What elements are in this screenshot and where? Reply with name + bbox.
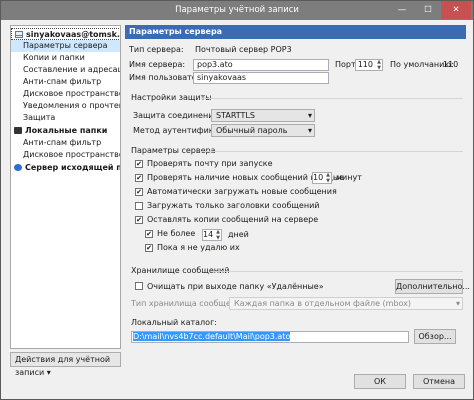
folder-icon	[14, 127, 22, 134]
empty-trash-label: Очищать при выходе папку «Удалённые»	[147, 282, 324, 291]
sidebar-item-label: Дисковое пространство	[23, 150, 121, 159]
cancel-button[interactable]: Отмена	[413, 374, 465, 389]
sidebar-item-junk[interactable]: Анти-спам фильтр	[11, 76, 120, 88]
server-type-value: Почтовый сервер POP3	[195, 45, 292, 54]
sidebar-item-outgoing-server[interactable]: Сервер исходящей почт...	[11, 162, 120, 174]
default-port-value: 110	[443, 60, 459, 69]
sidebar-item-label: Дисковое пространство	[23, 89, 121, 98]
auto-download-label: Автоматически загружать новые сообщения	[147, 187, 337, 196]
browse-button[interactable]: Обзор...	[414, 329, 456, 344]
headers-only-checkbox[interactable]	[135, 202, 143, 210]
check-every-checkbox[interactable]: ✔	[135, 174, 143, 182]
sidebar-item-label: Защита	[23, 113, 56, 122]
title-bar[interactable]: Параметры учётной записи — ☐ ✕	[1, 1, 473, 20]
chevron-down-icon: ▾	[455, 299, 460, 308]
check-interval-value: 10	[313, 173, 324, 182]
empty-trash-checkbox[interactable]	[135, 282, 143, 290]
group-divider	[201, 98, 463, 99]
minutes-label: минут	[336, 173, 362, 182]
chevron-down-icon: ▾	[307, 111, 312, 120]
sidebar-item-label: sinyakovaas@tomsk.gov.ru	[26, 30, 120, 39]
ok-button[interactable]: ОК	[354, 374, 406, 389]
account-actions-button[interactable]: Действия для учётной записи ▾	[10, 352, 121, 377]
advanced-button[interactable]: Дополнительно...	[395, 279, 470, 294]
chevron-down-icon: ▾	[307, 126, 312, 135]
storage-type-select[interactable]: Каждая папка в отдельном файле (mbox) ▾	[229, 297, 463, 310]
stepper-arrows-icon[interactable]: ▲ ▼	[326, 172, 330, 184]
headers-only-label: Загружать только заголовки сообщений	[147, 201, 320, 210]
sidebar-item-server-settings[interactable]: Параметры сервера	[11, 40, 120, 52]
username-input[interactable]: sinyakovaas	[193, 72, 329, 84]
security-group-label: Настройки защиты	[131, 93, 212, 102]
storage-type-value: Каждая папка в отдельном файле (mbox)	[234, 299, 412, 308]
until-deleted-checkbox[interactable]: ✔	[145, 244, 153, 252]
connection-security-select[interactable]: STARTTLS ▾	[211, 109, 315, 122]
sidebar-item-local-junk[interactable]: Анти-спам фильтр	[11, 137, 120, 149]
local-directory-input[interactable]: D:\mail\nvs4b7cc.default\Mail\pop3.ato	[131, 331, 409, 343]
page-title: Параметры сервера	[125, 25, 466, 39]
connection-security-label: Защита соединения:	[133, 111, 221, 120]
close-button[interactable]: ✕	[441, 1, 471, 19]
sidebar-item-label: Сервер исходящей почт...	[25, 163, 120, 172]
account-actions-label: Действия для учётной записи	[15, 355, 111, 377]
sidebar-item-composition[interactable]: Составление и адресация	[11, 64, 120, 76]
no-more-than-label: Не более	[157, 229, 196, 238]
auth-method-value: Обычный пароль	[216, 126, 288, 135]
local-directory-label: Локальный каталог:	[131, 318, 217, 327]
leave-copies-label: Оставлять копии сообщений на сервере	[147, 215, 319, 224]
sidebar-item-label: Локальные папки	[25, 126, 108, 135]
sidebar-item-disk-space[interactable]: Дисковое пространство	[11, 88, 121, 100]
check-on-start-checkbox[interactable]: ✔	[135, 160, 143, 168]
stepper-arrows-icon[interactable]: ▲ ▼	[377, 59, 381, 71]
sidebar-item-account[interactable]: sinyakovaas@tomsk.gov.ru	[11, 28, 120, 40]
server-type-label: Тип сервера:	[129, 45, 184, 54]
port-value: 110	[357, 60, 373, 69]
group-divider	[212, 271, 463, 272]
stepper-arrows-icon[interactable]: ▲ ▼	[216, 229, 220, 241]
days-value: 14	[203, 230, 214, 239]
sidebar-item-label: Анти-спам фильтр	[23, 77, 102, 86]
envelope-icon	[15, 31, 23, 38]
sidebar-item-security[interactable]: Защита	[11, 112, 120, 124]
server-name-input[interactable]: pop3.ato	[193, 59, 329, 71]
server-name-label: Имя сервера:	[129, 60, 186, 69]
sidebar-item-label: Уведомления о прочтении	[23, 101, 120, 110]
sidebar-item-label: Копии и папки	[23, 53, 85, 62]
check-interval-stepper[interactable]: 10 ▲ ▼	[312, 172, 332, 184]
server-settings-panel: Параметры сервера Тип сервера: Почтовый …	[125, 25, 470, 371]
check-on-start-label: Проверять почту при запуске	[147, 159, 273, 168]
sidebar-item-label: Анти-спам фильтр	[23, 138, 102, 147]
sidebar-item-label: Составление и адресация	[23, 65, 120, 74]
minimize-button[interactable]: —	[389, 1, 415, 19]
sidebar-item-local-disk-space[interactable]: Дисковое пространство	[11, 149, 121, 161]
local-directory-value: D:\mail\nvs4b7cc.default\Mail\pop3.ato	[133, 332, 291, 341]
auto-download-checkbox[interactable]: ✔	[135, 188, 143, 196]
days-stepper[interactable]: 14 ▲ ▼	[202, 229, 222, 241]
chevron-down-icon: ▾	[46, 368, 51, 377]
sidebar-item-copies-folders[interactable]: Копии и папки	[11, 52, 120, 64]
sidebar-item-local-folders[interactable]: Локальные папки	[11, 125, 120, 137]
account-settings-window: Параметры учётной записи — ☐ ✕ sinyakova…	[0, 0, 474, 400]
auth-method-select[interactable]: Обычный пароль ▾	[211, 124, 315, 137]
globe-icon	[14, 164, 22, 171]
no-more-than-checkbox[interactable]: ✔	[145, 230, 153, 238]
port-stepper[interactable]: 110 ▲ ▼	[355, 59, 383, 71]
account-tree[interactable]: sinyakovaas@tomsk.gov.ru Параметры серве…	[10, 25, 121, 349]
connection-security-value: STARTTLS	[216, 111, 255, 120]
sidebar-item-receipts[interactable]: Уведомления о прочтении	[11, 100, 120, 112]
sidebar-item-label: Параметры сервера	[23, 41, 108, 50]
until-deleted-label: Пока я не удалю их	[157, 243, 240, 252]
days-label: дней	[228, 230, 249, 239]
group-divider	[200, 151, 463, 152]
maximize-button[interactable]: ☐	[415, 1, 441, 19]
leave-copies-checkbox[interactable]: ✔	[135, 216, 143, 224]
